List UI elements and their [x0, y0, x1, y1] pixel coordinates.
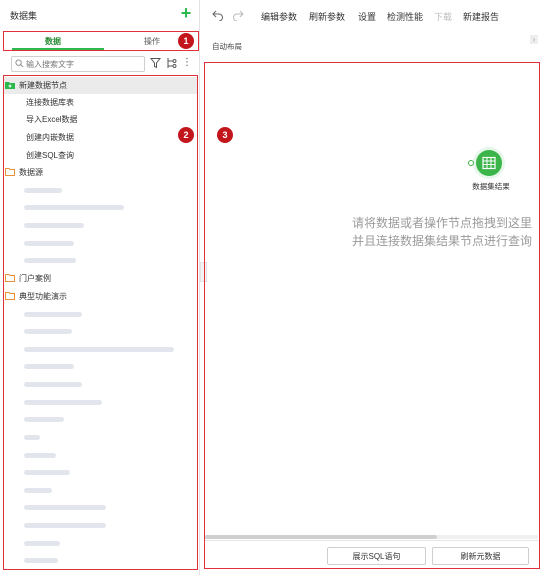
undo-icon[interactable] — [212, 9, 224, 21]
panel-title: 数据集 — [10, 11, 38, 21]
list-item[interactable] — [24, 517, 114, 534]
tree-item-label: 新建数据节点 — [19, 81, 67, 90]
folder-add-icon — [5, 82, 15, 89]
filter-icon[interactable] — [150, 57, 161, 69]
redo-icon[interactable] — [232, 9, 244, 21]
tree-item-connect-db[interactable]: 连接数据库表 — [26, 94, 196, 111]
annotation-badge-1: 1 — [178, 33, 194, 49]
search-box — [11, 56, 145, 72]
scrollbar-thumb[interactable] — [205, 535, 437, 539]
list-item[interactable] — [24, 394, 114, 411]
check-performance-button[interactable]: 检测性能 — [387, 10, 423, 23]
canvas-hint-line1: 请将数据或者操作节点拖拽到这里 — [352, 216, 533, 230]
tab-bar: 数据 操作 — [3, 31, 199, 51]
list-item[interactable] — [24, 199, 144, 216]
folder-icon — [5, 274, 15, 282]
table-icon — [482, 156, 496, 170]
tree-structure-icon[interactable] — [165, 57, 177, 69]
download-button[interactable]: 下载 — [434, 10, 452, 23]
dataset-panel-header: 数据集 + — [0, 0, 200, 30]
search-icon — [15, 59, 24, 68]
dataset-canvas[interactable] — [204, 62, 540, 569]
tree-item-new-node[interactable]: 新建数据节点 — [4, 77, 197, 94]
list-item[interactable] — [24, 217, 104, 234]
list-item[interactable] — [24, 358, 94, 375]
collapse-icon[interactable]: › — [530, 35, 538, 44]
tree-item-label: 门户案例 — [19, 274, 51, 283]
refresh-metadata-button[interactable]: 刷新元数据 — [432, 547, 529, 565]
edit-params-button[interactable]: 编辑参数 — [261, 10, 297, 23]
tree-folder-datasource[interactable]: 数据源 — [5, 164, 195, 181]
list-item[interactable] — [24, 252, 94, 269]
annotation-badge-2: 2 — [178, 127, 194, 143]
list-item[interactable] — [24, 499, 114, 516]
tab-data[interactable]: 数据 — [45, 36, 61, 47]
settings-button[interactable]: 设置 — [358, 10, 376, 23]
tree-item-label: 典型功能演示 — [19, 292, 67, 301]
tree-item-embedded-data[interactable]: 创建内嵌数据 — [26, 129, 196, 146]
list-item[interactable] — [24, 411, 94, 428]
new-report-button[interactable]: 新建报告 — [463, 10, 499, 23]
footer-divider — [205, 540, 539, 541]
list-item[interactable] — [24, 235, 94, 252]
list-item[interactable] — [24, 182, 84, 199]
auto-layout-button[interactable]: 自动布局 — [212, 41, 242, 52]
toolbar: 编辑参数 刷新参数 设置 检测性能 下载 新建报告 — [205, 0, 545, 32]
result-node-port[interactable] — [468, 160, 474, 166]
list-item[interactable] — [24, 341, 184, 358]
refresh-params-button[interactable]: 刷新参数 — [309, 10, 345, 23]
tree-folder-portal[interactable]: 门户案例 — [5, 270, 195, 287]
tree-folder-demo[interactable]: 典型功能演示 — [5, 288, 195, 305]
show-sql-button[interactable]: 展示SQL语句 — [327, 547, 426, 565]
list-item[interactable] — [24, 552, 84, 569]
folder-icon — [5, 292, 15, 300]
tree-item-import-excel[interactable]: 导入Excel数据 — [26, 111, 196, 128]
list-item[interactable] — [24, 447, 84, 464]
active-tab-indicator — [12, 48, 104, 50]
result-node[interactable] — [476, 150, 502, 176]
search-input[interactable] — [26, 58, 142, 70]
canvas-hint-line2: 并且连接数据集结果节点进行查询 — [352, 234, 533, 248]
more-vertical-icon[interactable]: ⋮ — [182, 57, 192, 69]
list-item[interactable] — [24, 306, 104, 323]
tree-item-sql-query[interactable]: 创建SQL查询 — [26, 147, 196, 164]
list-item[interactable] — [24, 464, 94, 481]
result-node-label: 数据集结果 — [472, 182, 510, 191]
tree-item-label: 数据源 — [19, 168, 43, 177]
list-item[interactable] — [24, 482, 84, 499]
list-item[interactable] — [24, 535, 84, 552]
tab-operations[interactable]: 操作 — [144, 36, 160, 47]
plus-icon[interactable]: + — [178, 4, 194, 22]
list-item[interactable] — [24, 376, 104, 393]
list-item[interactable] — [24, 429, 84, 446]
folder-icon — [5, 168, 15, 176]
list-item[interactable] — [24, 323, 94, 340]
